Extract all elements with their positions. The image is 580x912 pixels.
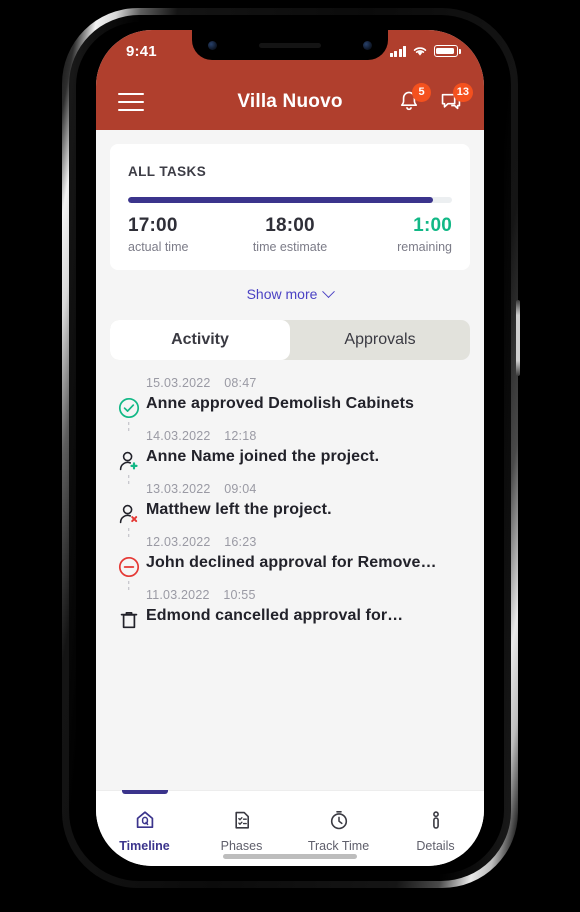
tasks-stats: 17:00 actual time 18:00 time estimate 1:…	[128, 215, 452, 254]
trash-icon	[117, 608, 141, 632]
list-item-timestamp: 13.03.2022 09:04	[146, 482, 468, 496]
home-timeline-icon	[136, 811, 153, 829]
list-item-text: Anne approved Demolish Cabinets	[146, 395, 415, 412]
stat-estimate-value: 18:00	[265, 215, 315, 236]
list-item[interactable]: 15.03.2022 08:47 Anne approved Demolish …	[96, 376, 484, 431]
stat-remaining-value: 1:00	[413, 215, 452, 236]
list-item-body: 12.03.2022 16:23 John declined approval …	[146, 535, 468, 588]
list-item-icon-column	[112, 535, 146, 590]
messages-button[interactable]: 13	[438, 83, 473, 115]
cellular-signal-icon	[389, 45, 406, 57]
screenshot-stage: 9:41 Villa Nuovo 5 13 ALL TASKS 17:00 ac…	[0, 0, 580, 912]
list-item-icon-column	[112, 588, 146, 641]
earpiece-speaker	[259, 42, 321, 48]
show-more-label: Show more	[246, 286, 318, 302]
list-item-date: 12.03.2022	[146, 535, 211, 549]
list-item-text: Edmond cancelled approval for…	[146, 607, 404, 624]
checklist-document-icon	[234, 811, 249, 829]
stat-actual-label: actual time	[128, 240, 189, 254]
wifi-icon	[413, 47, 427, 56]
home-indicator[interactable]	[223, 854, 357, 859]
messages-badge: 13	[452, 83, 473, 102]
chevron-down-icon	[322, 284, 336, 298]
tasks-progress-bar	[128, 197, 452, 203]
info-person-icon	[432, 811, 439, 829]
bottom-navigation: Timeline Phases Track Time Details	[96, 790, 484, 866]
nav-item-details[interactable]: Details	[387, 791, 484, 866]
list-item-time: 08:47	[224, 376, 257, 390]
person-remove-icon	[117, 502, 141, 526]
tab-approvals[interactable]: Approvals	[290, 320, 470, 360]
list-item-time: 16:23	[224, 535, 257, 549]
list-item-body: 14.03.2022 12:18 Anne Name joined the pr…	[146, 429, 468, 482]
person-add-icon	[117, 449, 141, 473]
battery-full-icon	[434, 45, 461, 57]
minus-circle-icon	[117, 555, 141, 579]
list-item-body: 15.03.2022 08:47 Anne approved Demolish …	[146, 376, 468, 429]
stat-time-estimate: 18:00 time estimate	[236, 215, 344, 254]
notifications-badge: 5	[412, 83, 431, 102]
list-item-timestamp: 14.03.2022 12:18	[146, 429, 468, 443]
stat-estimate-label: time estimate	[252, 240, 328, 254]
list-item-date: 14.03.2022	[146, 429, 211, 443]
phone-side-button[interactable]	[516, 300, 520, 376]
stat-actual-time: 17:00 actual time	[128, 215, 236, 254]
stat-actual-value: 17:00	[128, 215, 178, 236]
list-item[interactable]: 13.03.2022 09:04 Matthew left the projec…	[96, 482, 484, 537]
list-item-timestamp: 15.03.2022 08:47	[146, 376, 468, 390]
notifications-button[interactable]: 5	[396, 83, 431, 115]
list-item-date: 13.03.2022	[146, 482, 211, 496]
phone-screen: 9:41 Villa Nuovo 5 13 ALL TASKS 17:00 ac…	[96, 30, 484, 866]
nav-item-timeline-label: Timeline	[119, 839, 170, 853]
list-item-icon-column	[112, 376, 146, 431]
nav-item-phases-label: Phases	[220, 839, 263, 853]
phone-notch	[192, 30, 388, 60]
nav-item-timeline[interactable]: Timeline	[96, 791, 193, 866]
list-item-text: Matthew left the project.	[146, 501, 332, 518]
nav-item-details-label: Details	[416, 839, 455, 853]
list-item-timestamp: 11.03.2022 10:55	[146, 588, 468, 602]
all-tasks-card: ALL TASKS 17:00 actual time 18:00 time e…	[110, 144, 470, 270]
list-item-timestamp: 12.03.2022 16:23	[146, 535, 468, 549]
check-circle-icon	[117, 396, 141, 420]
nav-item-track-time-label: Track Time	[307, 839, 370, 853]
tab-approvals-label: Approvals	[344, 331, 416, 348]
show-more-button[interactable]: Show more	[96, 270, 484, 316]
list-item[interactable]: 12.03.2022 16:23 John declined approval …	[96, 535, 484, 590]
content-area: ALL TASKS 17:00 actual time 18:00 time e…	[96, 130, 484, 790]
list-item-date: 15.03.2022	[146, 376, 211, 390]
tab-activity[interactable]: Activity	[110, 320, 290, 360]
status-bar-time: 9:41	[126, 42, 157, 60]
front-camera-icon	[208, 40, 217, 50]
list-item-text: Anne Name joined the project.	[146, 448, 380, 465]
tab-activity-label: Activity	[171, 331, 229, 348]
list-item[interactable]: 14.03.2022 12:18 Anne Name joined the pr…	[96, 429, 484, 484]
list-item-icon-column	[112, 429, 146, 484]
list-item-icon-column	[112, 482, 146, 537]
list-item-date: 11.03.2022	[146, 588, 210, 602]
stat-remaining-label: remaining	[397, 240, 452, 254]
app-bar: Villa Nuovo 5 13	[96, 74, 484, 130]
stat-remaining: 1:00 remaining	[344, 215, 452, 254]
list-item-time: 10:55	[223, 588, 256, 602]
stopwatch-icon	[330, 811, 347, 830]
list-item-text: John declined approval for Remove…	[146, 554, 437, 571]
all-tasks-title: ALL TASKS	[128, 164, 207, 179]
status-bar-icons	[389, 45, 461, 57]
activity-list: 15.03.2022 08:47 Anne approved Demolish …	[96, 360, 484, 641]
list-item-time: 09:04	[224, 482, 257, 496]
app-bar-actions: 5 13	[396, 83, 473, 115]
face-sensor-icon	[363, 40, 372, 50]
list-item-body: 13.03.2022 09:04 Matthew left the projec…	[146, 482, 468, 535]
list-item[interactable]: 11.03.2022 10:55 Edmond cancelled approv…	[96, 588, 484, 641]
tasks-progress-fill	[128, 197, 433, 203]
list-item-time: 12:18	[224, 429, 257, 443]
segment-tabs: Activity Approvals	[110, 320, 470, 360]
hamburger-menu-icon[interactable]	[118, 93, 144, 111]
list-item-body: 11.03.2022 10:55 Edmond cancelled approv…	[146, 588, 468, 641]
